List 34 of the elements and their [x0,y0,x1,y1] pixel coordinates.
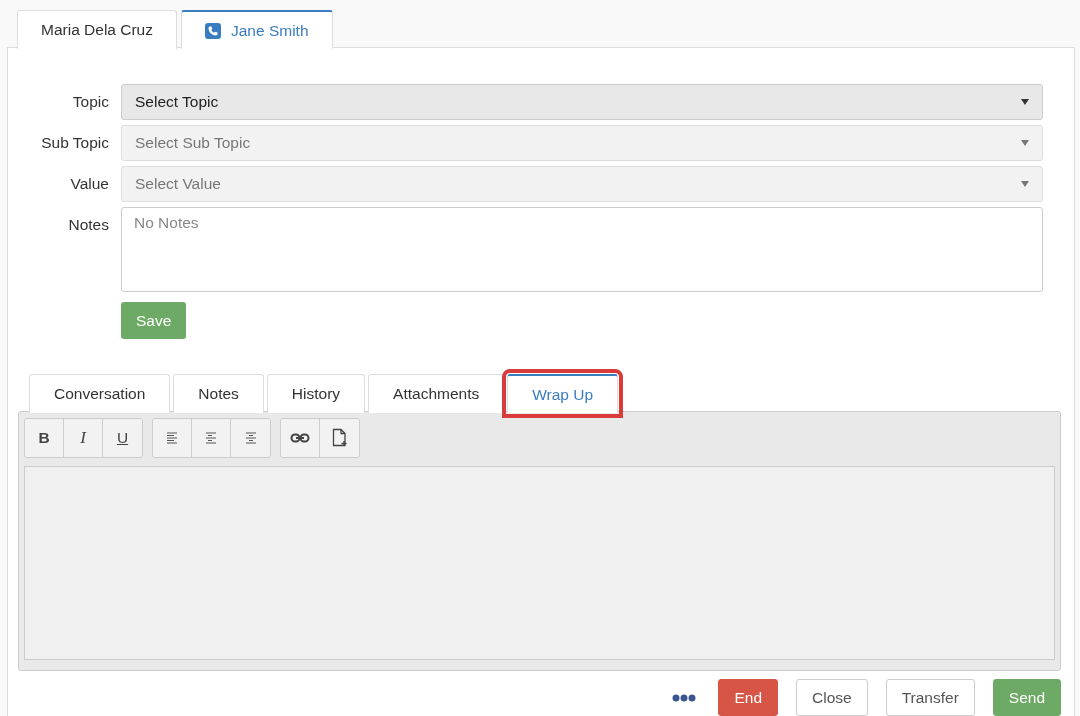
align-right-icon [243,431,258,445]
contact-tab[interactable]: Jane Smith [181,10,333,49]
action-button[interactable]: End [718,679,778,716]
align-left-button[interactable] [153,419,192,457]
format-button[interactable]: I [64,419,103,457]
text-editor-field[interactable] [24,466,1055,660]
caret-icon [1021,140,1029,146]
caret-icon [1021,99,1029,105]
field-label: Sub Topic [40,133,109,152]
field-label: Value [69,174,109,193]
align-center-button[interactable] [192,419,231,457]
phone-icon [205,22,221,39]
field-label: Notes [67,215,109,234]
field-label: Topic [71,92,109,111]
align-center-icon [204,431,218,445]
link-icon [290,431,310,445]
link-button[interactable] [281,419,320,457]
section-tab[interactable]: Attachments [368,374,505,413]
align-right-button[interactable] [231,419,270,457]
file-button[interactable] [320,419,359,457]
notes-field[interactable]: No Notes [121,207,1043,292]
action-button[interactable]: Close [796,679,868,716]
action-button[interactable]: Transfer [885,679,975,716]
section-tab[interactable]: Notes [173,374,264,413]
more-icon[interactable] [672,693,697,702]
dropdown-field[interactable]: Select Topic [121,84,1043,120]
caret-icon [1021,181,1029,187]
section-tab[interactable]: History [266,374,366,413]
file-plus-icon [331,428,348,448]
align-left-icon [165,431,179,445]
format-button[interactable]: U [103,419,142,457]
format-button[interactable]: B [25,419,64,457]
section-tab[interactable]: Conversation [29,374,171,413]
contact-tab[interactable]: Maria Dela Cruz [17,10,177,49]
